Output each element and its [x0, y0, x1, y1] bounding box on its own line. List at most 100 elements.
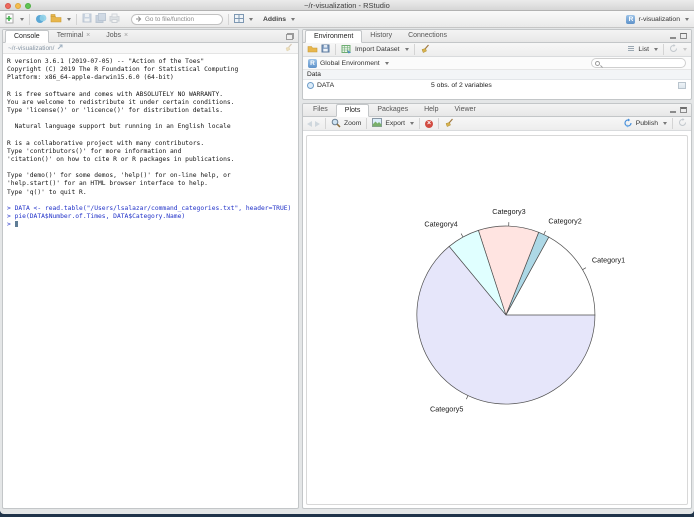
close-window-icon[interactable] [5, 3, 11, 9]
tab-environment-label: Environment [314, 32, 353, 41]
object-name[interactable]: DATA [317, 82, 334, 89]
console-line: R version 3.6.1 (2019-07-05) -- "Action … [7, 58, 298, 66]
new-file-icon[interactable] [5, 13, 15, 26]
save-workspace-icon[interactable] [321, 44, 330, 55]
r-project-icon: R [626, 15, 635, 24]
tab-history[interactable]: History [362, 29, 400, 42]
tab-environment[interactable]: Environment [305, 30, 362, 43]
minimize-pane-icon[interactable] [670, 111, 676, 113]
clear-environment-icon[interactable] [420, 44, 430, 56]
pie-label-tick [583, 268, 586, 270]
zoom-plot-button[interactable]: Zoom [344, 120, 361, 127]
refresh-environment-icon[interactable] [669, 44, 678, 55]
pane-layout-icon[interactable] [234, 14, 244, 25]
tab-files[interactable]: Files [305, 103, 336, 116]
global-environment-dropdown-icon[interactable] [385, 62, 389, 65]
console-pane: Console Terminal × Jobs × ~/r-visualizat… [2, 29, 299, 509]
tab-terminal[interactable]: Terminal × [49, 29, 99, 42]
plot-display-area: Category1Category2Category3Category4Cate… [306, 135, 688, 505]
refresh-plot-icon[interactable] [678, 118, 687, 129]
console-line: > pie(DATA$Number.of.Times, DATA$Categor… [7, 213, 298, 221]
console-line [7, 164, 298, 172]
previous-plot-icon[interactable] [307, 121, 312, 127]
environment-object-row[interactable]: DATA 5 obs. of 2 variables [303, 80, 691, 91]
list-view-dropdown-icon[interactable] [654, 48, 658, 51]
new-file-dropdown-icon[interactable] [20, 18, 24, 21]
new-project-icon[interactable] [35, 13, 47, 26]
export-dropdown-icon[interactable] [410, 122, 414, 125]
close-icon[interactable]: × [124, 31, 128, 40]
goto-file-box[interactable] [131, 14, 223, 25]
import-dataset-dropdown-icon[interactable] [405, 48, 409, 51]
publish-icon[interactable] [623, 118, 633, 130]
global-environment-selector[interactable]: Global Environment [320, 60, 380, 67]
minimize-window-icon[interactable] [15, 3, 21, 9]
tab-connections-label: Connections [408, 31, 447, 40]
print-icon[interactable] [109, 13, 120, 25]
console-output[interactable]: R version 3.6.1 (2019-07-05) -- "Action … [3, 54, 298, 229]
maximize-pane-icon[interactable] [680, 107, 687, 113]
environment-search-input[interactable] [602, 60, 682, 66]
pie-label-category2: Category2 [548, 217, 581, 226]
tab-help[interactable]: Help [416, 103, 446, 116]
tab-packages[interactable]: Packages [369, 103, 416, 116]
pie-label-category4: Category4 [424, 219, 457, 228]
pie-label-tick [466, 396, 468, 400]
zoom-plot-icon[interactable] [331, 118, 341, 130]
console-line: > [7, 221, 298, 229]
open-file-icon[interactable] [50, 13, 62, 25]
console-cursor [15, 221, 18, 227]
export-plot-icon[interactable] [372, 118, 382, 129]
close-icon[interactable]: × [86, 31, 90, 40]
view-table-icon[interactable] [678, 82, 686, 89]
console-line: > DATA <- read.table("/Users/lsalazar/co… [7, 205, 298, 213]
list-view-button[interactable]: List [638, 46, 649, 53]
pane-layout-dropdown-icon[interactable] [249, 18, 253, 21]
tab-connections[interactable]: Connections [400, 29, 455, 42]
goto-directory-icon[interactable] [57, 44, 63, 52]
minimize-pane-icon[interactable] [670, 37, 676, 39]
save-all-icon[interactable] [95, 13, 106, 25]
goto-file-input[interactable] [145, 16, 218, 23]
publish-dropdown-icon[interactable] [663, 122, 667, 125]
open-recent-dropdown-icon[interactable] [67, 18, 71, 21]
tab-viewer[interactable]: Viewer [447, 103, 484, 116]
list-view-icon[interactable] [627, 45, 635, 54]
console-line: Type 'license()' or 'licence()' for dist… [7, 107, 298, 115]
project-button[interactable]: R r-visualization [626, 15, 689, 24]
remove-plot-icon[interactable]: × [425, 120, 433, 128]
import-dataset-button[interactable]: Import Dataset [355, 46, 400, 53]
addins-button[interactable]: Addins [263, 16, 286, 23]
environment-search-box[interactable] [591, 58, 686, 68]
tab-jobs[interactable]: Jobs × [98, 29, 136, 42]
console-line: You are welcome to redistribute it under… [7, 99, 298, 107]
plots-toolbar: Zoom Export × Publish [303, 117, 691, 131]
console-line: Copyright (C) 2019 The R Foundation for … [7, 66, 298, 74]
publish-button[interactable]: Publish [636, 120, 658, 127]
data-object-icon[interactable] [307, 82, 314, 89]
tab-terminal-label: Terminal [57, 31, 83, 40]
addins-dropdown-icon[interactable] [291, 18, 295, 21]
tab-history-label: History [370, 31, 392, 40]
pie-label-category5: Category5 [430, 405, 463, 414]
load-workspace-icon[interactable] [307, 44, 318, 55]
console-tabstrip: Console Terminal × Jobs × [3, 30, 298, 43]
clear-plots-icon[interactable] [444, 118, 454, 130]
tab-console[interactable]: Console [5, 30, 49, 43]
plots-tabstrip: Files Plots Packages Help Viewer [303, 104, 691, 117]
tab-files-label: Files [313, 105, 328, 114]
console-line: Type 'contributors()' for more informati… [7, 148, 298, 156]
zoom-window-icon[interactable] [25, 3, 31, 9]
clear-console-icon[interactable] [284, 43, 293, 54]
save-icon[interactable] [82, 13, 92, 25]
working-directory: ~/r-visualization/ [8, 45, 54, 52]
refresh-dropdown-icon[interactable] [683, 48, 687, 51]
pie-chart: Category1Category2Category3Category4Cate… [307, 136, 687, 504]
import-dataset-icon[interactable] [341, 44, 352, 56]
next-plot-icon[interactable] [315, 121, 320, 127]
restore-pane-icon[interactable] [286, 33, 294, 40]
tab-plots[interactable]: Plots [336, 104, 370, 117]
maximize-pane-icon[interactable] [680, 33, 687, 39]
console-line: Type 'demo()' for some demos, 'help()' f… [7, 172, 298, 180]
export-plot-button[interactable]: Export [385, 120, 405, 127]
